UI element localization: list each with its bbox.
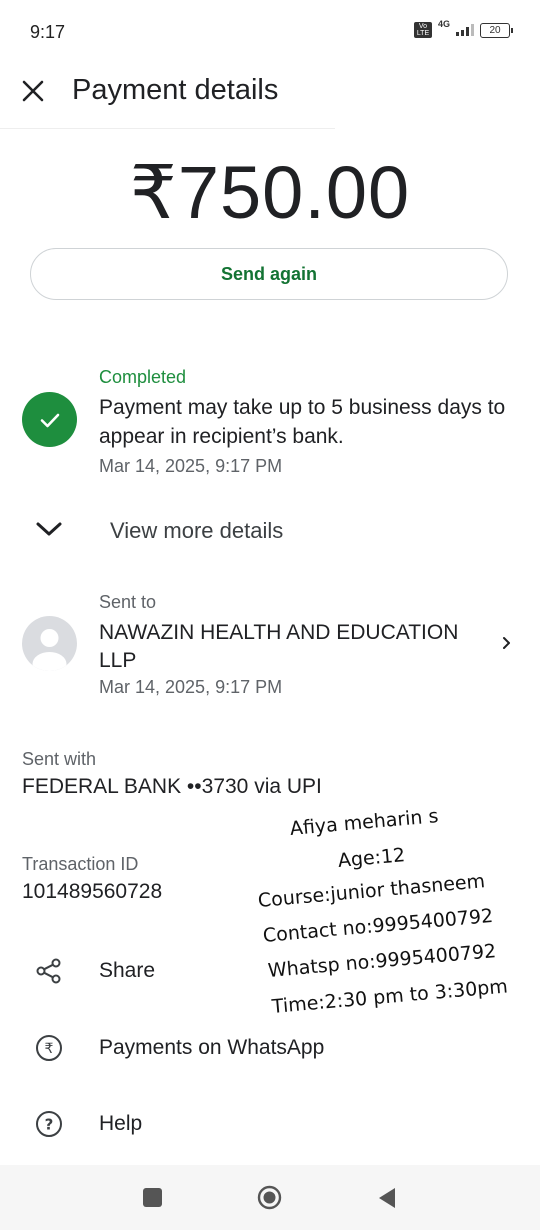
volte-icon: Vo LTE [413,22,432,38]
share-button[interactable] [34,956,64,986]
back-button[interactable] [376,1186,398,1210]
chevron-down-icon [36,522,62,536]
recents-button[interactable] [143,1188,162,1207]
payments-whatsapp-label[interactable]: Payments on WhatsApp [99,1036,324,1060]
check-circle-icon [22,392,77,447]
page-title: Payment details [72,74,279,106]
help-label[interactable]: Help [99,1112,142,1136]
payment-amount: ₹750.00 [129,151,411,234]
battery-icon: 20 [480,22,513,38]
note-age: Age:12 [337,844,407,872]
home-circle-icon [257,1185,282,1210]
note-name: Afiya meharin s [289,805,440,840]
transaction-id: 101489560728 [22,880,163,903]
recipient-name[interactable]: NAWAZIN HEALTH AND EDUCATION LLP [99,619,499,675]
sent-to-label: Sent to [99,592,157,612]
header-divider [0,128,335,129]
recipient-datetime: Mar 14, 2025, 9:17 PM [99,677,283,697]
status-message-text: Payment may take up to 5 business days t… [99,396,506,448]
note-contact: Contact no:9995400792 [262,904,495,947]
status-label: Completed [99,367,187,387]
network-type: 4G [437,19,450,29]
note-course: Course:junior thasneem [257,870,486,912]
home-button[interactable] [257,1185,282,1210]
status-icons: Vo LTE 4G 20 [413,19,513,38]
rupee-circle-icon: ₹ [36,1035,62,1061]
note-time: Time:2:30 pm to 3:30pm [271,975,509,1018]
status-time: 9:17 [30,22,66,42]
payment-method: FEDERAL BANK ••3730 via UPI [22,775,322,798]
signal-icon [456,24,474,36]
view-more-toggle[interactable] [34,518,64,540]
send-again-button[interactable]: Send again [30,248,508,300]
payments-whatsapp-button[interactable]: ₹ [34,1033,64,1063]
sent-with-label: Sent with [22,749,97,769]
svg-text:₹: ₹ [45,1041,54,1057]
share-icon [36,958,61,984]
help-icon: ? [36,1111,62,1137]
help-button[interactable]: ? [34,1109,64,1139]
status-datetime: Mar 14, 2025, 9:17 PM [99,456,283,476]
view-more-details-link[interactable]: View more details [110,518,283,544]
share-label[interactable]: Share [99,959,155,983]
chevron-right-icon[interactable] [497,634,515,652]
status-message: Payment may take up to 5 business days t… [99,393,519,481]
avatar-icon [22,616,77,671]
close-icon [22,80,44,102]
back-triangle-icon [379,1188,395,1208]
transaction-id-label: Transaction ID [22,854,139,874]
close-button[interactable] [18,76,48,106]
note-whatsapp: Whatsp no:9995400792 [267,940,497,982]
svg-text:?: ? [45,1116,54,1134]
